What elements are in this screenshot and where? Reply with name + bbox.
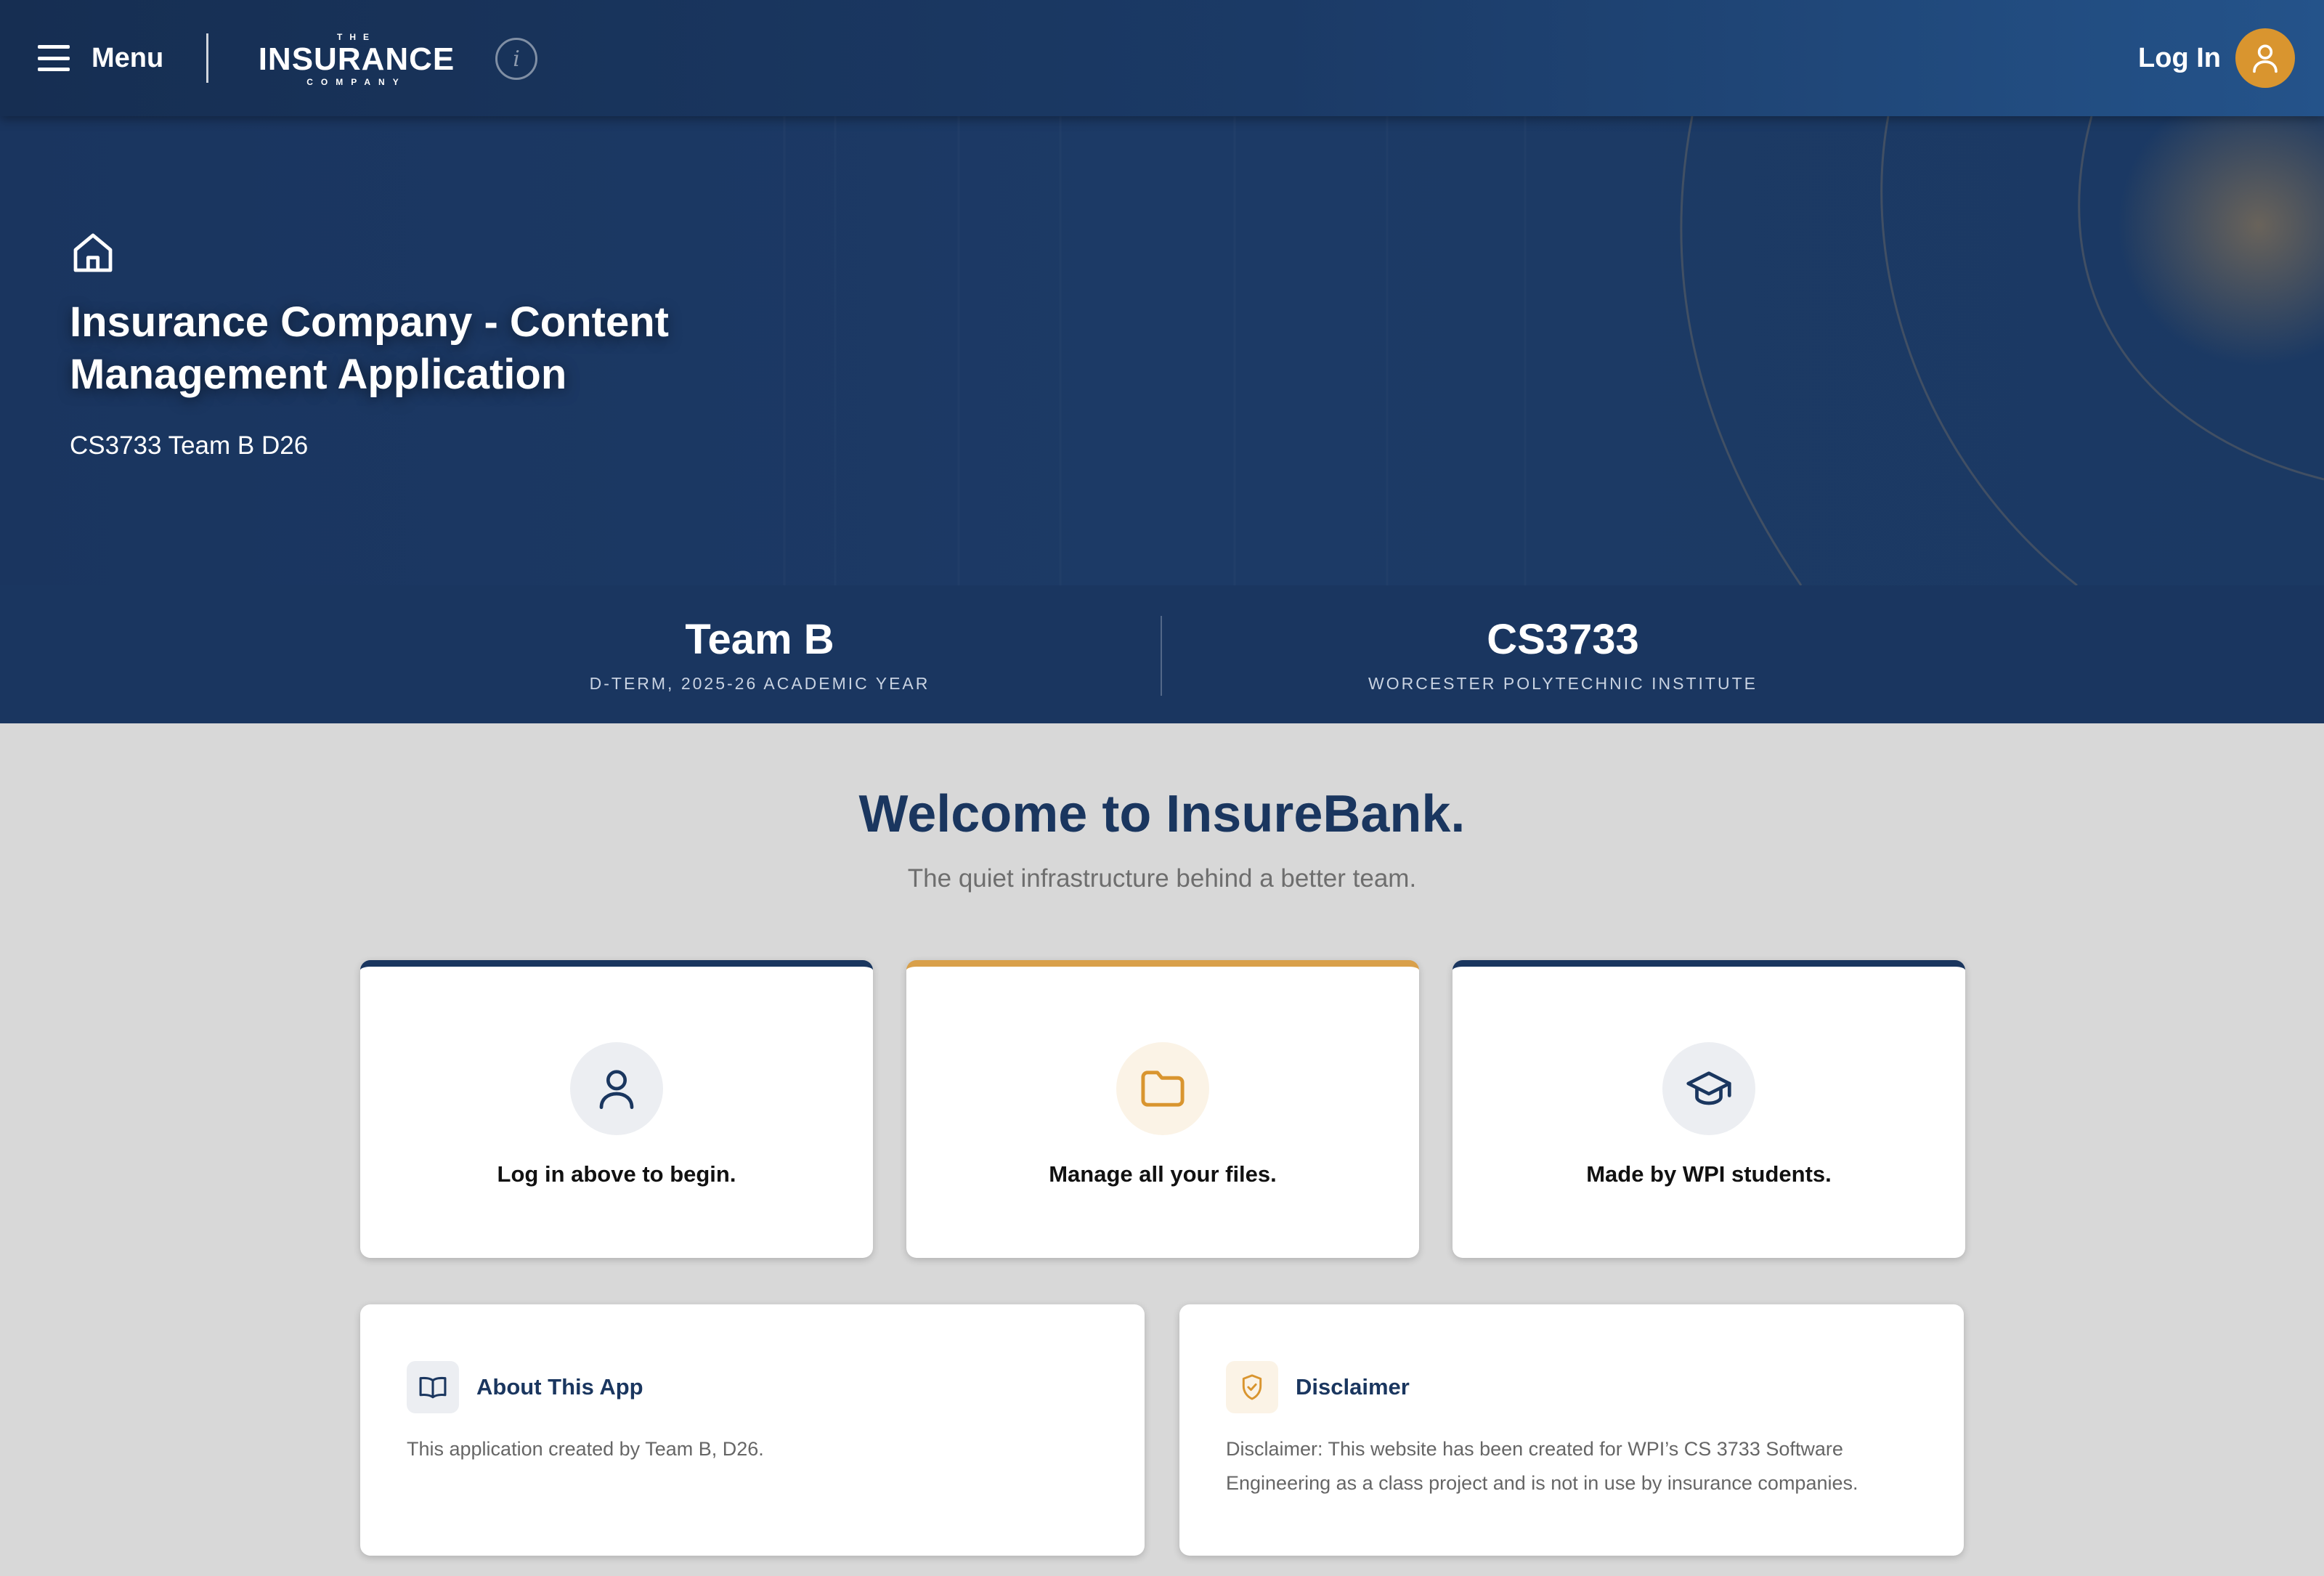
feature-card-login: Log in above to begin. <box>360 960 873 1258</box>
top-navbar: Menu THE INSURANCE COMPANY i Log In <box>0 0 2324 116</box>
shield-check-icon <box>1226 1361 1278 1413</box>
about-card: About This App This application created … <box>360 1304 1145 1556</box>
hamburger-icon <box>38 45 70 71</box>
graduation-cap-icon <box>1662 1042 1755 1135</box>
disclaimer-card: Disclaimer Disclaimer: This website has … <box>1179 1304 1964 1556</box>
logo-text-main: INSURANCE <box>258 41 455 77</box>
stats-band: Team B D-TERM, 2025-26 ACADEMIC YEAR CS3… <box>0 585 2324 723</box>
login-button[interactable]: Log In <box>2138 28 2295 89</box>
menu-button[interactable]: Menu <box>38 29 163 87</box>
feature-label: Manage all your files. <box>1049 1161 1277 1187</box>
stat-divider <box>1161 616 1162 696</box>
user-icon <box>570 1042 663 1135</box>
feature-label: Made by WPI students. <box>1586 1161 1832 1187</box>
info-card-title: About This App <box>476 1374 643 1400</box>
home-icon <box>73 233 113 272</box>
nav-divider <box>206 33 208 83</box>
login-label: Log In <box>2138 42 2221 73</box>
feature-label: Log in above to begin. <box>497 1161 736 1187</box>
welcome-tagline: The quiet infrastructure behind a better… <box>907 864 1417 893</box>
menu-label: Menu <box>92 42 164 73</box>
stat-caption: WORCESTER POLYTECHNIC INSTITUTE <box>1368 674 1758 693</box>
info-card-title: Disclaimer <box>1296 1374 1410 1400</box>
feature-card-wpi: Made by WPI students. <box>1452 960 1965 1258</box>
info-card-body: This application created by Team B, D26. <box>407 1438 764 1460</box>
folder-icon <box>1116 1042 1209 1135</box>
book-icon <box>407 1361 459 1413</box>
info-icon[interactable]: i <box>495 38 537 80</box>
page-title: Insurance Company - Content Management A… <box>70 298 669 398</box>
welcome-title: Welcome to InsureBank. <box>858 785 1466 843</box>
stat-title: Team B <box>685 616 834 663</box>
hero-banner: Insurance Company - Content Management A… <box>0 116 2324 585</box>
user-icon <box>2235 28 2295 88</box>
stat-course: CS3733 WORCESTER POLYTECHNIC INSTITUTE <box>1272 614 1853 694</box>
info-card-body: Disclaimer: This website has been create… <box>1226 1438 1858 1494</box>
stat-team: Team B D-TERM, 2025-26 ACADEMIC YEAR <box>469 614 1050 694</box>
logo-text-bottom: COMPANY <box>306 77 407 87</box>
logo-text-top: THE <box>337 32 376 42</box>
feature-card-files: Manage all your files. <box>906 960 1419 1258</box>
page-subtitle: CS3733 Team B D26 <box>70 431 309 460</box>
stat-title: CS3733 <box>1487 616 1639 663</box>
company-logo[interactable]: THE INSURANCE COMPANY <box>251 28 462 92</box>
stat-caption: D-TERM, 2025-26 ACADEMIC YEAR <box>589 674 930 693</box>
